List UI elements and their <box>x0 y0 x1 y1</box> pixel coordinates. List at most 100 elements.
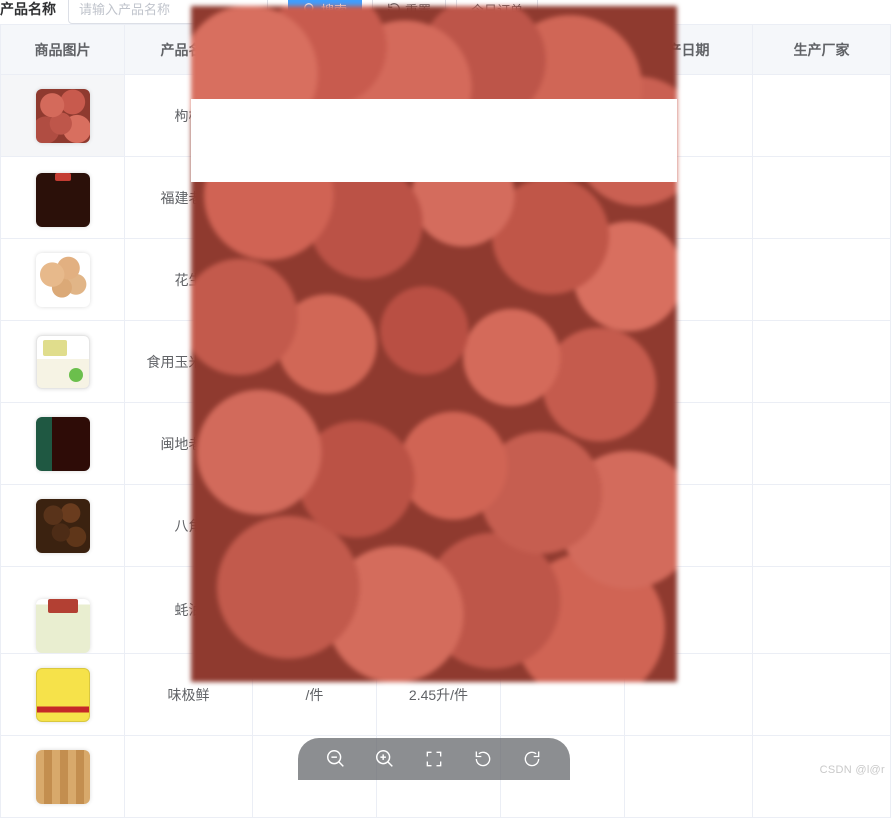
product-thumbnail[interactable] <box>36 668 90 722</box>
cell-maker <box>753 239 891 321</box>
cell-name: 食用玉米淀粉 <box>125 321 253 403</box>
search-label: 产品名称 <box>0 0 56 19</box>
cell-image[interactable] <box>1 403 125 485</box>
product-thumbnail[interactable] <box>36 173 90 227</box>
cell-image[interactable] <box>1 567 125 654</box>
cell-spec: /件 <box>253 654 377 736</box>
fullscreen-icon[interactable] <box>423 748 445 770</box>
cell-unit_price: 7千克/件 <box>377 567 501 654</box>
reset-button-label: 重置 <box>405 0 431 19</box>
today-orders-button[interactable]: 今日订单 <box>456 0 538 24</box>
cell-maker <box>753 485 891 567</box>
search-bar: 产品名称 搜索 重置 今日订单 <box>0 0 891 24</box>
image-viewer-toolbar <box>298 738 570 780</box>
table-header: 商品图片 产品名称 规格 单价/单位 数量 产日期 生产厂家 <box>1 25 891 75</box>
product-thumbnail[interactable] <box>36 750 90 804</box>
cell-spec: /包 <box>253 239 377 321</box>
cell-spec: /件 <box>253 157 377 239</box>
cell-date <box>625 157 753 239</box>
cell-maker <box>753 654 891 736</box>
table-row: 八角斤1斤1 <box>1 485 891 567</box>
cell-unit_price: 1斤 <box>377 485 501 567</box>
cell-date <box>625 321 753 403</box>
cell-qty <box>501 654 625 736</box>
product-thumbnail[interactable] <box>36 335 90 389</box>
table-row: 福建老酒/件485毫升/件 <box>1 157 891 239</box>
cell-date <box>625 485 753 567</box>
cell-name: 闽地老酒 <box>125 403 253 485</box>
cell-unit_price: 240毫升/件 <box>377 403 501 485</box>
cell-qty <box>501 239 625 321</box>
cell-maker <box>753 403 891 485</box>
cell-unit_price: 25千克/包 <box>377 321 501 403</box>
search-actions: 搜索 重置 今日订单 <box>288 0 538 24</box>
table-row: 蚝油件7千克/件 <box>1 567 891 654</box>
search-button-label: 搜索 <box>321 0 347 19</box>
col-spec: 规格 <box>253 25 377 75</box>
reset-icon <box>387 2 401 16</box>
cell-image[interactable] <box>1 239 125 321</box>
cell-qty: 1 <box>501 75 625 157</box>
rotate-right-icon[interactable] <box>521 748 543 770</box>
search-button[interactable]: 搜索 <box>288 0 362 24</box>
cell-unit_price: 1斤 <box>377 75 501 157</box>
col-qty: 数量 <box>501 25 625 75</box>
cell-qty: 1 <box>501 485 625 567</box>
cell-image[interactable] <box>1 75 125 157</box>
cell-image[interactable] <box>1 321 125 403</box>
table-row: 枸杞斤1斤1 <box>1 75 891 157</box>
cell-image[interactable] <box>1 736 125 818</box>
zoom-out-icon[interactable] <box>325 748 347 770</box>
product-thumbnail[interactable] <box>36 253 90 307</box>
cell-name: 味极鲜 <box>125 654 253 736</box>
col-image: 商品图片 <box>1 25 125 75</box>
zoom-in-icon[interactable] <box>374 748 396 770</box>
table-row: 闽地老酒/件240毫升/件 <box>1 403 891 485</box>
cell-spec: 件 <box>253 567 377 654</box>
cell-name <box>125 736 253 818</box>
product-thumbnail[interactable] <box>36 417 90 471</box>
cell-image[interactable] <box>1 654 125 736</box>
cell-maker <box>753 567 891 654</box>
cell-spec: /件 <box>253 403 377 485</box>
cell-date <box>625 75 753 157</box>
today-orders-label: 今日订单 <box>471 0 523 19</box>
cell-unit_price: 2.45升/件 <box>377 654 501 736</box>
cell-name: 花生 <box>125 239 253 321</box>
cell-spec: /包 <box>253 321 377 403</box>
col-maker: 生产厂家 <box>753 25 891 75</box>
product-thumbnail[interactable] <box>36 599 90 653</box>
cell-spec: 斤 <box>253 75 377 157</box>
cell-image[interactable] <box>1 157 125 239</box>
cell-maker <box>753 321 891 403</box>
cell-maker <box>753 157 891 239</box>
cell-name: 枸杞 <box>125 75 253 157</box>
cell-qty <box>501 567 625 654</box>
product-thumbnail[interactable] <box>36 499 90 553</box>
product-thumbnail[interactable] <box>36 89 90 143</box>
cell-date <box>625 567 753 654</box>
col-date: 产日期 <box>625 25 753 75</box>
col-unit-price: 单价/单位 <box>377 25 501 75</box>
cell-unit_price: 485毫升/件 <box>377 157 501 239</box>
col-name: 产品名称 <box>125 25 253 75</box>
table-row: 食用玉米淀粉/包25千克/包 <box>1 321 891 403</box>
cell-unit_price: 5千克/包 <box>377 239 501 321</box>
cell-qty <box>501 403 625 485</box>
watermark: CSDN @l@r <box>820 764 885 776</box>
search-icon <box>303 2 317 16</box>
reset-button[interactable]: 重置 <box>372 0 446 24</box>
rotate-left-icon[interactable] <box>472 748 494 770</box>
cell-date <box>625 239 753 321</box>
cell-date <box>625 654 753 736</box>
products-table: 商品图片 产品名称 规格 单价/单位 数量 产日期 生产厂家 枸杞斤1斤1福建老… <box>0 24 891 818</box>
cell-image[interactable] <box>1 485 125 567</box>
table-row: 味极鲜/件2.45升/件 <box>1 654 891 736</box>
cell-qty <box>501 321 625 403</box>
table-row: 花生/包5千克/包 <box>1 239 891 321</box>
cell-date <box>625 403 753 485</box>
product-name-input[interactable] <box>68 0 268 24</box>
cell-maker <box>753 736 891 818</box>
cell-date <box>625 736 753 818</box>
cell-name: 八角 <box>125 485 253 567</box>
